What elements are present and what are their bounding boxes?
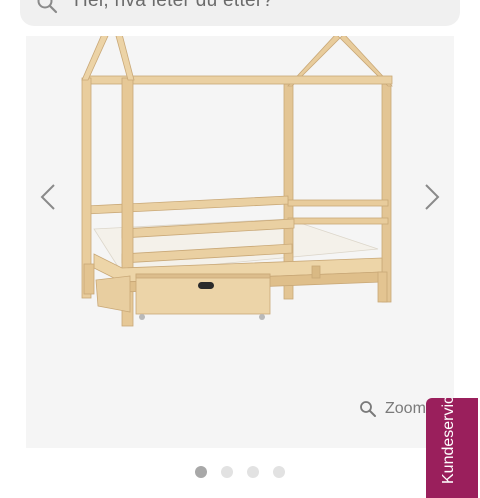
next-image-button[interactable] (420, 182, 444, 212)
pagination-dot[interactable] (195, 466, 207, 478)
pagination-dot[interactable] (221, 466, 233, 478)
chevron-right-icon (425, 184, 440, 210)
pagination-dot[interactable] (247, 466, 259, 478)
zoom-button[interactable]: Zoom (359, 400, 426, 418)
pagination-dot[interactable] (273, 466, 285, 478)
search-icon (36, 0, 58, 19)
customer-service-tab[interactable]: Kundeservice (426, 398, 478, 498)
product-image[interactable] (26, 36, 454, 448)
previous-image-button[interactable] (36, 182, 60, 212)
zoom-label: Zoom (385, 400, 426, 417)
chevron-left-icon (40, 184, 55, 210)
product-image-gallery: Zoom (26, 36, 454, 448)
magnifier-icon (360, 401, 376, 417)
image-pagination (0, 466, 480, 478)
search-input[interactable]: Hei, hva leter du etter? (74, 0, 273, 12)
